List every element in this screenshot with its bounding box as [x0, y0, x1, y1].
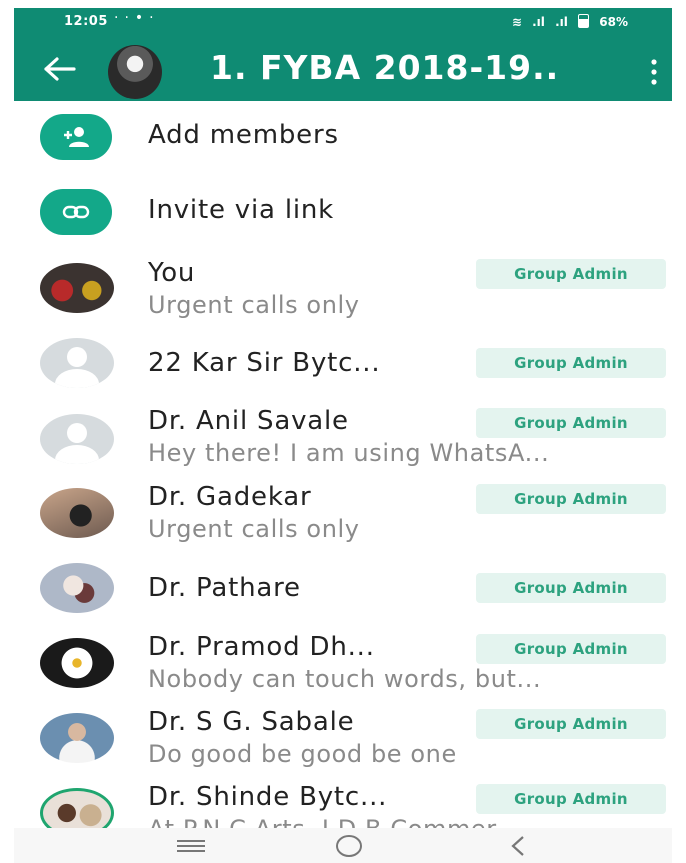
- member-avatar[interactable]: [40, 713, 114, 763]
- member-name: Dr. Shinde Bytc...: [148, 782, 388, 812]
- status-time: 12:05: [64, 14, 108, 29]
- member-name: Dr. S G. Sabale: [148, 707, 355, 737]
- recent-apps-icon[interactable]: [174, 838, 208, 854]
- member-status: Urgent calls only: [148, 291, 360, 319]
- screen-border-top: [0, 0, 686, 8]
- member-name: Dr. Anil Savale: [148, 406, 349, 436]
- screen-border-left: [0, 0, 14, 863]
- member-avatar[interactable]: [40, 563, 114, 613]
- group-admin-badge: Group Admin: [476, 709, 666, 739]
- member-row[interactable]: Dr. Pramod Dh... Nobody can touch words,…: [14, 628, 672, 703]
- group-avatar[interactable]: [108, 45, 162, 99]
- back-arrow-icon[interactable]: [40, 54, 80, 84]
- member-name: Dr. Pathare: [148, 573, 301, 603]
- member-row[interactable]: You Urgent calls only Group Admin: [14, 253, 672, 328]
- group-admin-badge: Group Admin: [476, 259, 666, 289]
- group-admin-badge: Group Admin: [476, 784, 666, 814]
- member-name: 22 Kar Sir Bytc...: [148, 348, 381, 378]
- member-avatar-default[interactable]: [40, 338, 114, 388]
- chat-info-header: 12:05 ··•· ≋ .ıl .ıl 68% 1. FYBA 2018-19…: [14, 8, 672, 101]
- system-nav-bar: [14, 828, 672, 863]
- member-avatar-default[interactable]: [40, 414, 114, 464]
- group-admin-badge: Group Admin: [476, 634, 666, 664]
- add-members-button[interactable]: [40, 114, 112, 160]
- member-avatar[interactable]: [40, 788, 114, 828]
- status-bar: 12:05 ··•· ≋ .ıl .ıl 68%: [14, 8, 672, 34]
- member-avatar[interactable]: [40, 263, 114, 313]
- back-nav-icon[interactable]: [508, 834, 528, 858]
- add-members-label: Add members: [148, 120, 339, 150]
- member-avatar[interactable]: [40, 488, 114, 538]
- invite-link-button[interactable]: [40, 189, 112, 235]
- group-admin-badge: Group Admin: [476, 348, 666, 378]
- battery-percent: 68%: [599, 15, 628, 29]
- screen-border-right: [672, 0, 686, 863]
- status-right-group: ≋ .ıl .ıl 68%: [506, 14, 628, 29]
- link-icon: [62, 205, 90, 219]
- group-admin-badge: Group Admin: [476, 484, 666, 514]
- member-status: Do good be good be one: [148, 740, 457, 768]
- member-row[interactable]: Dr. Gadekar Urgent calls only Group Admi…: [14, 478, 672, 553]
- group-title[interactable]: 1. FYBA 2018-19..: [210, 48, 559, 87]
- add-person-icon: [64, 127, 89, 147]
- group-admin-badge: Group Admin: [476, 408, 666, 438]
- member-row[interactable]: Dr. Anil Savale Hey there! I am using Wh…: [14, 402, 672, 477]
- wifi-icon: ≋: [511, 15, 522, 29]
- member-row[interactable]: Dr. S G. Sabale Do good be good be one G…: [14, 703, 672, 778]
- member-name: You: [148, 258, 196, 288]
- home-icon[interactable]: [334, 833, 364, 859]
- invite-link-row[interactable]: Invite via link: [14, 177, 672, 247]
- more-options-icon[interactable]: [650, 58, 658, 86]
- member-row[interactable]: Dr. Pathare Group Admin: [14, 555, 672, 630]
- group-admin-badge: Group Admin: [476, 573, 666, 603]
- member-name: Dr. Gadekar: [148, 482, 312, 512]
- invite-link-label: Invite via link: [148, 195, 335, 225]
- battery-icon: [578, 14, 590, 28]
- member-row[interactable]: 22 Kar Sir Bytc... Group Admin: [14, 330, 672, 405]
- signal-2-icon: .ıl: [555, 15, 568, 29]
- member-avatar[interactable]: [40, 638, 114, 688]
- member-row[interactable]: Dr. Shinde Bytc... At P.N.C Arts, J.D.B …: [14, 778, 672, 828]
- add-members-row[interactable]: Add members: [14, 102, 672, 172]
- member-status: Nobody can touch words, but...: [148, 665, 542, 693]
- member-status: Hey there! I am using WhatsA...: [148, 439, 550, 467]
- notification-icons: ··•·: [114, 10, 160, 26]
- member-status: At P.N.C Arts, J.D.B Commer...: [148, 815, 519, 828]
- member-status: Urgent calls only: [148, 515, 360, 543]
- member-name: Dr. Pramod Dh...: [148, 632, 375, 662]
- signal-icon: .ıl: [532, 15, 545, 29]
